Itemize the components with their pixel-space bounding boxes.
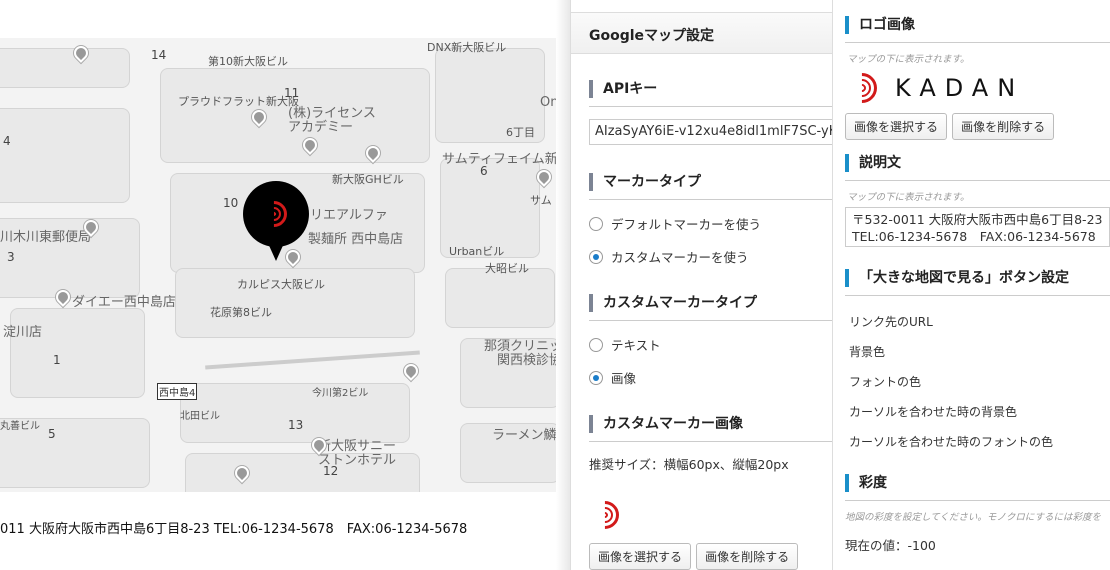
logo-hint: マップの下に表示されます。 [847, 54, 970, 65]
map-label: 製麺所 西中島店 [308, 232, 404, 247]
map-number: 14 [151, 48, 167, 62]
custom-map-marker[interactable] [243, 181, 309, 261]
map-label: 大昭ビル [485, 262, 529, 275]
map-label: 川木川東郵便局 [0, 230, 92, 245]
map-label: Urbanビル [449, 245, 505, 258]
recommended-size-text: 推奨サイズ：横幅60px、縦幅20px [589, 457, 789, 472]
radio-image[interactable]: 画像 [589, 368, 832, 387]
map-label: 今川第2ビル [312, 388, 369, 399]
logo-delete-image-button[interactable]: 画像を削除する [952, 113, 1055, 140]
map-number: 1 [53, 353, 61, 367]
description-line: 〒532-0011 大阪府大阪市西中島6丁目8-23 [852, 212, 1103, 227]
section-heading-saturation: 彩度 [845, 474, 1110, 492]
map-number: 6 [480, 164, 488, 178]
hover-font-color-label: カーソルを合わせた時のフォントの色 [849, 435, 1054, 449]
map-label: 北田ビル [180, 411, 220, 422]
select-image-button[interactable]: 画像を選択する [589, 543, 692, 570]
divider [589, 320, 832, 321]
map-label: サムティフェイム新 [442, 152, 556, 167]
logo-text: KADAN [895, 74, 1025, 102]
divider [589, 441, 832, 442]
map-label: プラウドフラット新大阪 [178, 95, 299, 108]
radio-label: デフォルトマーカーを使う [611, 217, 762, 232]
section-heading-logo: ロゴ画像 [845, 16, 1110, 34]
description-textarea[interactable]: 〒532-0011 大阪府大阪市西中島6丁目8-23 TEL:06-1234-5… [845, 207, 1110, 247]
delete-image-button[interactable]: 画像を削除する [696, 543, 799, 570]
radio-button[interactable] [589, 337, 603, 352]
radio-button-selected[interactable] [589, 249, 603, 264]
section-heading-api-key: APIキー [589, 80, 832, 98]
map-label: ダイエー西中島店 [72, 295, 176, 310]
logo-preview: KADAN [840, 66, 1110, 110]
logo-select-image-button[interactable]: 画像を選択する [845, 113, 948, 140]
divider [845, 180, 1110, 181]
map-label: アカデミー [288, 120, 354, 135]
map-label: 淀川店 [3, 325, 43, 340]
marker-image-preview [585, 495, 625, 535]
google-map-settings-panel: Googleマップ設定 APIキー AIzaSyAY6iE-v12xu4e8id… [570, 0, 832, 570]
map-number: 3 [7, 250, 15, 264]
map-label: 丸善ビル [0, 421, 40, 432]
map-number: 12 [323, 464, 339, 478]
radio-label: カスタムマーカーを使う [611, 250, 749, 265]
map-label: 関西検診協 [497, 353, 556, 368]
map-number: 5 [48, 427, 56, 441]
section-heading-description: 説明文 [845, 154, 1110, 172]
saturation-current-value: 現在の値：-100 [845, 538, 936, 553]
kadan-logo-icon [255, 195, 293, 233]
section-heading-custom-marker-type: カスタムマーカータイプ [589, 294, 832, 312]
map-label: 西中島4 [157, 383, 198, 400]
map-number: 13 [288, 418, 304, 432]
radio-text[interactable]: テキスト [589, 335, 832, 354]
map-label: カルピス大阪ビル [237, 278, 325, 291]
radio-label: 画像 [611, 371, 637, 386]
map-label: サム [530, 194, 552, 207]
map-label: 第10新大阪ビル [208, 55, 288, 68]
font-color-label: フォントの色 [849, 375, 922, 389]
map-label: 6丁目 [506, 126, 535, 139]
section-heading-custom-marker-image: カスタムマーカー画像 [589, 415, 832, 433]
hover-background-color-label: カーソルを合わせた時の背景色 [849, 405, 1018, 419]
settings-right-panel: ロゴ画像 マップの下に表示されます。 KADAN 画像を選択する 画像を削除する… [832, 0, 1110, 570]
section-heading-big-map-button: 「大きな地図で見る」ボタン設定 [845, 269, 1110, 287]
divider [845, 295, 1110, 296]
radio-button[interactable] [589, 216, 603, 231]
divider [589, 199, 832, 200]
panel-divider [556, 0, 570, 570]
section-heading-marker-type: マーカータイプ [589, 173, 832, 191]
map-pin-icon[interactable] [401, 361, 421, 381]
radio-default-marker[interactable]: デフォルトマーカーを使う [589, 214, 832, 233]
map-label: 花原第8ビル [210, 306, 272, 319]
description-hint: マップの下に表示されます。 [847, 192, 970, 203]
radio-label: テキスト [611, 338, 661, 353]
map-number: 4 [3, 134, 11, 148]
saturation-hint: 地図の彩度を設定してください。モノクロにするには彩度を [845, 512, 1102, 523]
divider [845, 42, 1110, 43]
background-color-label: 背景色 [849, 345, 886, 359]
map-label: DNX新大阪ビル [427, 41, 507, 54]
map-label: On [540, 95, 556, 110]
link-url-label: リンク先のURL [849, 315, 933, 329]
map-number: 10 [223, 196, 239, 210]
map-preview[interactable]: 第10新大阪ビル プラウドフラット新大阪 (株)ライセンス アカデミー DNX新… [0, 38, 556, 492]
kadan-logo-icon [840, 66, 884, 110]
divider [589, 106, 832, 107]
map-label: ラーメン鱗 [492, 428, 556, 443]
map-label: リエアルファ [310, 208, 388, 223]
map-number: 11 [284, 86, 300, 100]
map-address-text: 011 大阪府大阪市西中島6丁目8-23 TEL:06-1234-5678 FA… [0, 522, 468, 537]
map-label: 新大阪GHビル [332, 173, 404, 186]
divider [845, 500, 1110, 501]
api-key-input[interactable]: AIzaSyAY6iE-v12xu4e8idl1mlF7SC-yK4c [589, 119, 832, 145]
panel-title: Googleマップ設定 [571, 12, 832, 54]
description-line: TEL:06-1234-5678 FAX:06-1234-5678 [852, 229, 1096, 244]
radio-button-selected[interactable] [589, 370, 603, 385]
radio-custom-marker[interactable]: カスタムマーカーを使う [589, 247, 832, 266]
